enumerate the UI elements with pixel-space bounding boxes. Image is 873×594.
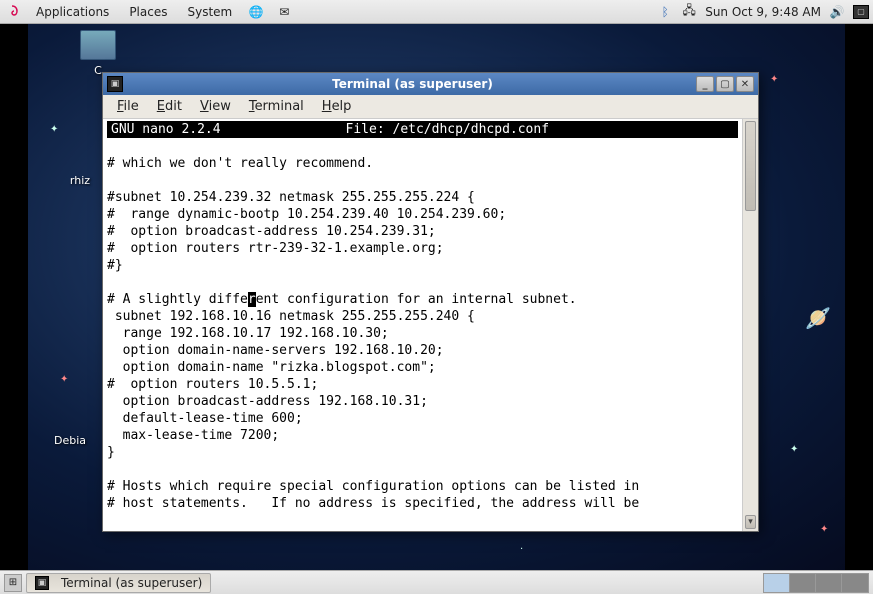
mail-icon[interactable]: ✉ [276,4,292,20]
menu-terminal[interactable]: Terminal [241,96,312,117]
maximize-button[interactable]: ▢ [716,76,734,92]
desktop-icon-label: C [94,64,102,77]
close-button[interactable]: ✕ [736,76,754,92]
desktop-icon-home[interactable]: rhiz [50,174,110,187]
scrollbar-down-button[interactable]: ▾ [745,515,756,529]
star-icon: ✦ [790,444,798,455]
terminal-window: ▣ Terminal (as superuser) _ ▢ ✕ File Edi… [102,72,759,532]
scrollbar-thumb[interactable] [745,121,756,211]
terminal-icon: ▣ [107,76,123,92]
desktop-icon-label: rhiz [70,174,90,187]
folder-icon [80,30,116,60]
planet-icon: 🪐 [800,301,836,336]
desktop[interactable]: ✦ ✦ ✦ ✦ · ✦ ✦ 🪐 C rhiz Debia ▣ Terminal … [0,24,873,570]
applications-menu[interactable]: Applications [32,3,113,21]
menu-edit[interactable]: Edit [149,96,190,117]
terminal-icon: ▣ [35,576,49,590]
workspace-2[interactable] [790,574,816,592]
terminal-menubar: File Edit View Terminal Help [103,95,758,119]
editor-text-pre: # which we don't really recommend. #subn… [107,156,506,307]
desktop-icon-computer[interactable]: C [68,30,128,77]
desktop-icon-debian[interactable]: Debia [40,434,100,447]
panel-left: Applications Places System 🌐 ✉ [4,3,292,21]
taskbar-item-terminal[interactable]: ▣ Terminal (as superuser) [26,573,211,593]
monitor-icon[interactable]: ▢ [853,5,869,19]
network-icon[interactable]: 🖧 [681,4,697,20]
show-desktop-button[interactable]: ⊞ [4,574,22,592]
window-titlebar[interactable]: ▣ Terminal (as superuser) _ ▢ ✕ [103,73,758,95]
editor-cursor: r [248,292,256,307]
workspace-4[interactable] [842,574,868,592]
nano-version: GNU nano 2.2.4 [111,121,221,138]
workspace-switcher [763,573,869,593]
black-border-left [0,24,28,570]
volume-icon[interactable]: 🔊 [829,4,845,20]
star-icon: ✦ [60,374,68,385]
minimize-button[interactable]: _ [696,76,714,92]
workspace-3[interactable] [816,574,842,592]
window-title: Terminal (as superuser) [129,77,696,91]
clock[interactable]: Sun Oct 9, 9:48 AM [705,5,821,19]
terminal-scrollbar[interactable]: ▾ [742,119,758,531]
star-icon: ✦ [770,74,778,85]
terminal-content[interactable]: GNU nano 2.2.4File: /etc/dhcp/dhcpd.conf… [103,119,742,531]
browser-icon[interactable]: 🌐 [248,4,264,20]
window-controls: _ ▢ ✕ [696,76,754,92]
nano-filename: File: /etc/dhcp/dhcpd.conf [221,121,674,138]
system-menu[interactable]: System [183,3,236,21]
menu-help[interactable]: Help [314,96,360,117]
menu-file[interactable]: File [109,96,147,117]
desktop-icon-label: Debia [54,434,86,447]
debian-logo-icon[interactable] [4,4,20,20]
top-panel: Applications Places System 🌐 ✉ ᛒ 🖧 Sun O… [0,0,873,24]
black-border-right [845,24,873,570]
nano-header-spacer [674,121,734,138]
star-icon: ✦ [820,524,828,535]
terminal-body: GNU nano 2.2.4File: /etc/dhcp/dhcpd.conf… [103,119,758,531]
star-icon: ✦ [50,124,58,135]
places-menu[interactable]: Places [125,3,171,21]
bottom-panel: ⊞ ▣ Terminal (as superuser) [0,570,873,594]
menu-view[interactable]: View [192,96,239,117]
taskbar-item-label: Terminal (as superuser) [61,576,202,590]
workspace-1[interactable] [764,574,790,592]
editor-text-post: ent configuration for an internal subnet… [107,292,639,511]
star-icon: · [520,544,523,555]
panel-right: ᛒ 🖧 Sun Oct 9, 9:48 AM 🔊 ▢ [657,4,869,20]
bluetooth-icon[interactable]: ᛒ [657,4,673,20]
nano-header: GNU nano 2.2.4File: /etc/dhcp/dhcpd.conf [107,121,738,138]
